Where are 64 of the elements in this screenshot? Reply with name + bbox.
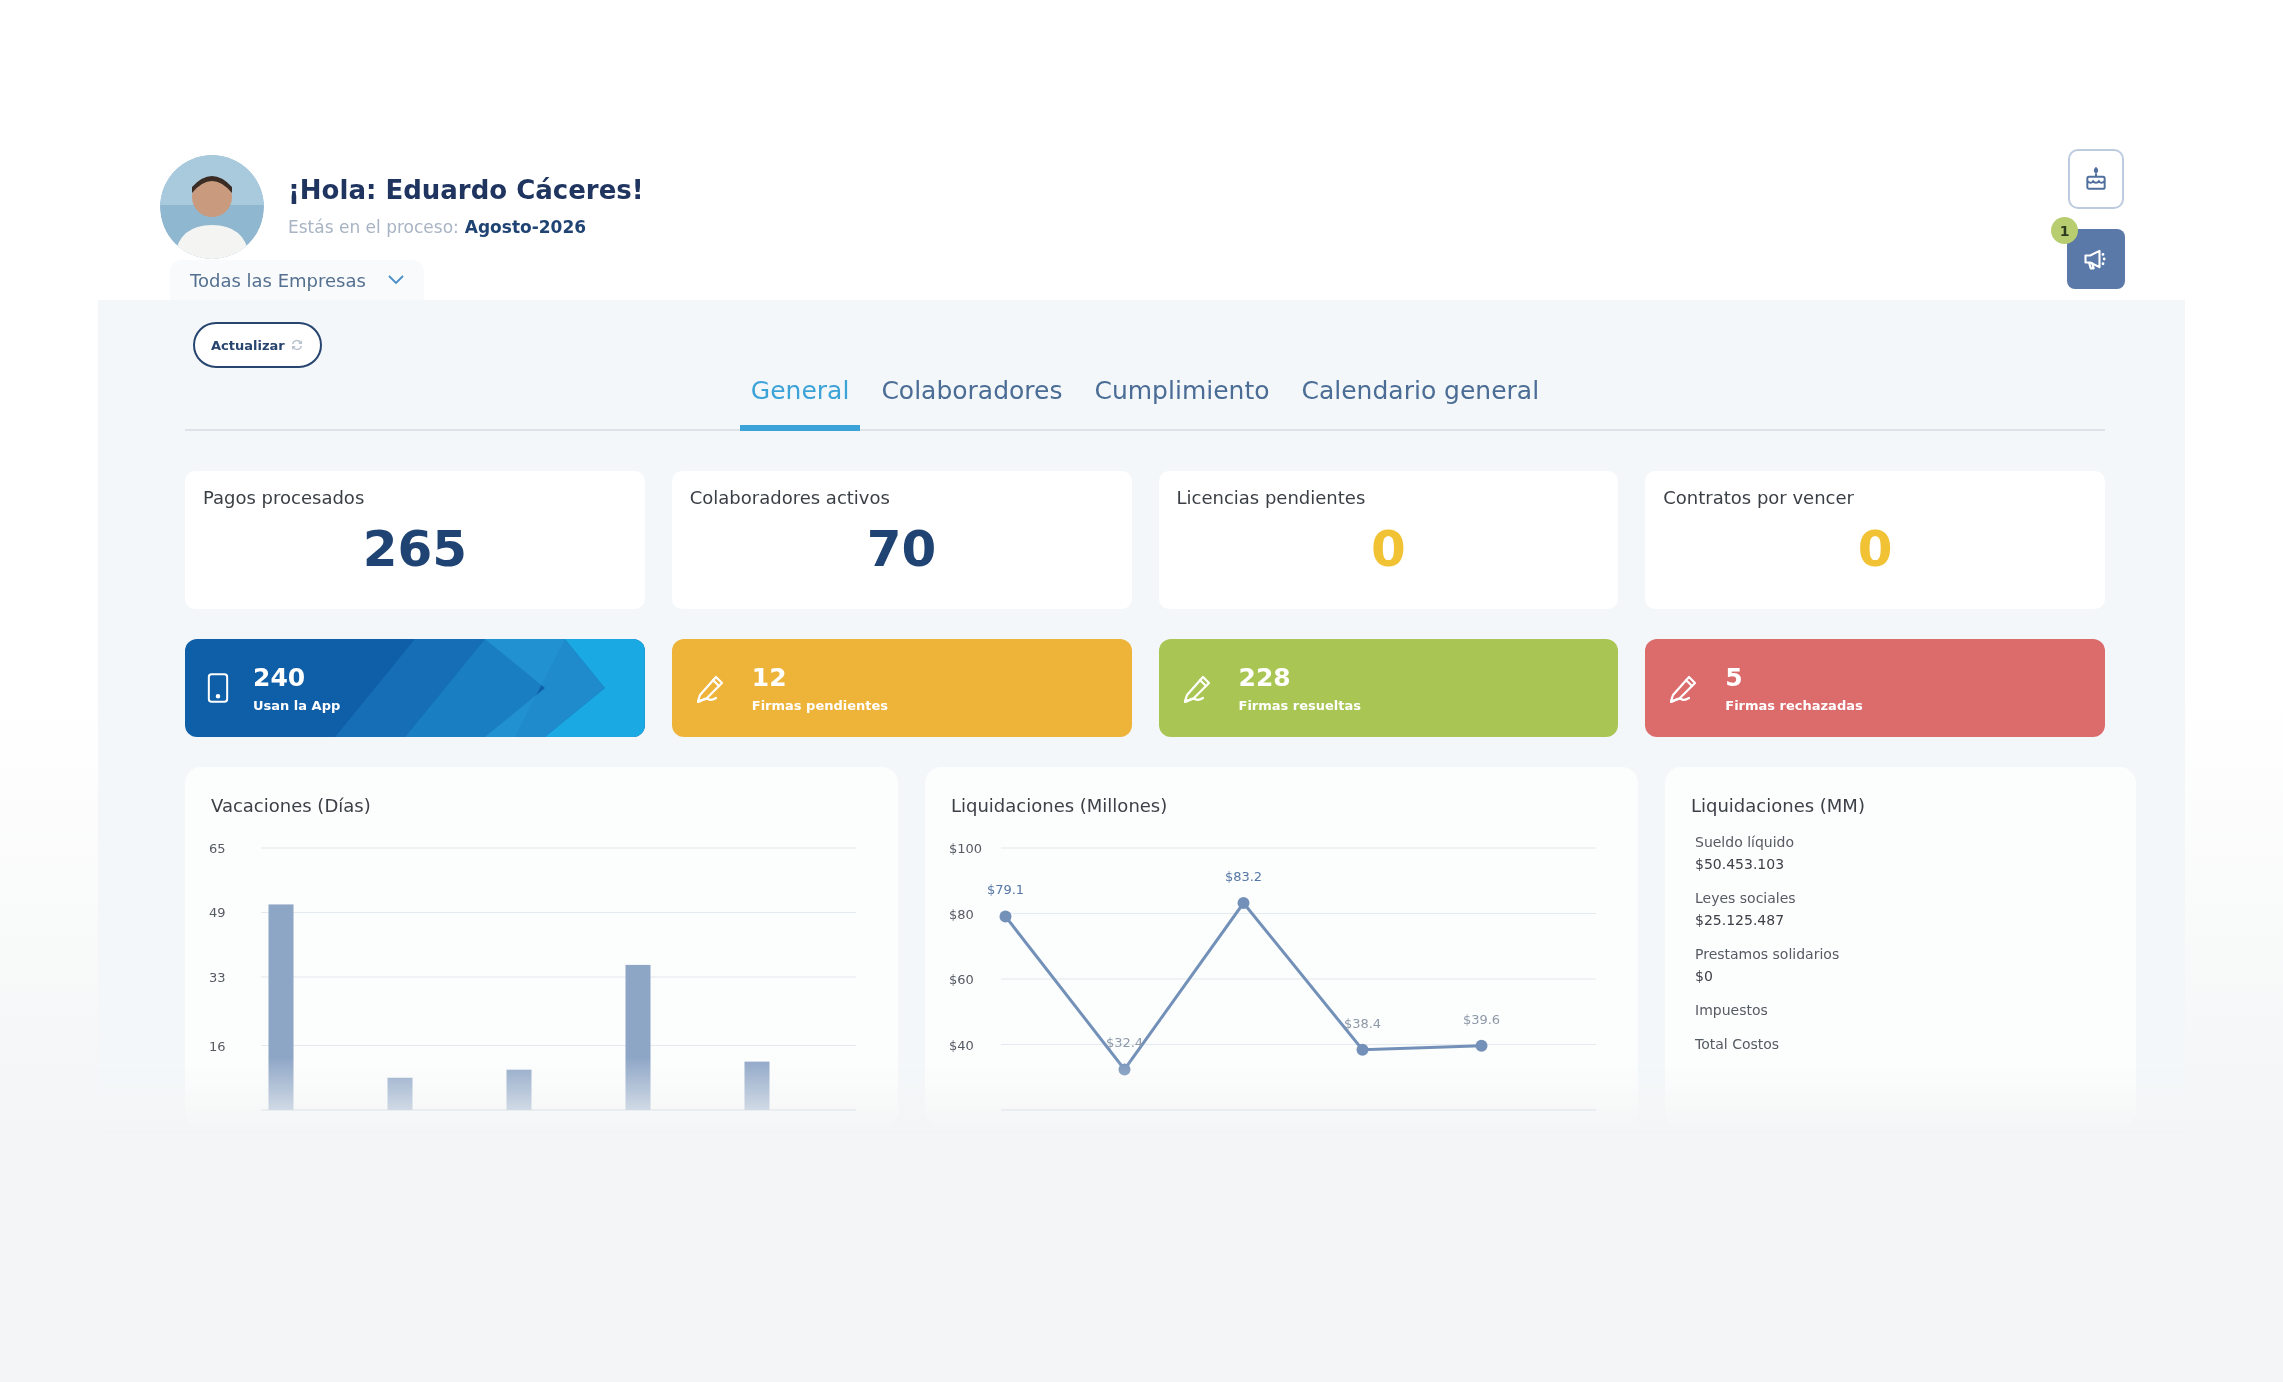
- stat-value: 0: [1369, 520, 1407, 578]
- axis-label: $60: [949, 972, 974, 987]
- amount-value: $0: [1695, 968, 1714, 984]
- phone-icon: [207, 672, 229, 704]
- axis-label: $100: [949, 841, 983, 856]
- axis-label: $80: [949, 906, 974, 922]
- data-label: $38.4: [1343, 1015, 1382, 1031]
- tab[interactable]: Cumplimiento: [1083, 362, 1281, 431]
- bar: [744, 1061, 770, 1110]
- stat-label: Licencias pendientes: [1176, 487, 1367, 508]
- stat-value: 0: [1856, 520, 1894, 578]
- bar: [506, 1069, 532, 1110]
- chart-title: Liquidaciones (Millones): [951, 795, 1169, 816]
- axis-label: $40: [949, 1037, 974, 1053]
- stat-value: 70: [865, 520, 938, 578]
- stat-label: Colaboradores activos: [689, 487, 891, 508]
- amount-value: $50.453.103: [1695, 856, 1786, 872]
- refresh-icon: [289, 338, 304, 352]
- axis-label: 65: [209, 841, 226, 856]
- data-point: [1237, 897, 1250, 909]
- announcement-button[interactable]: [2067, 229, 2125, 289]
- greeting-title: ¡Hola: Eduardo Cáceres!: [288, 175, 644, 205]
- process-label: Estás en el proceso:: [288, 217, 459, 237]
- data-label: $39.6: [1462, 1011, 1501, 1027]
- tab[interactable]: General: [739, 362, 861, 431]
- data-point: [1356, 1043, 1369, 1056]
- data-label: $83.2: [1224, 869, 1263, 884]
- axis-label: 49: [209, 905, 226, 921]
- amount-label: Prestamos solidarios: [1695, 946, 1841, 962]
- summary-value: 240: [253, 663, 307, 692]
- axis-label: 16: [209, 1038, 226, 1054]
- chart-title: Vacaciones (Días): [211, 795, 372, 816]
- summary-label: Usan la App: [253, 698, 341, 713]
- refresh-button[interactable]: Actualizar: [193, 322, 322, 368]
- amount-label: Sueldo líquido: [1695, 834, 1796, 850]
- summary-label: Firmas rechazadas: [1725, 698, 1863, 713]
- summary-value: 12: [751, 663, 788, 692]
- birthday-button[interactable]: [2068, 149, 2124, 209]
- summary-value: 228: [1238, 663, 1292, 692]
- data-point: [1475, 1039, 1488, 1052]
- summary-label: Firmas pendientes: [751, 698, 889, 713]
- company-selector[interactable]: Todas las Empresas: [170, 260, 424, 300]
- stat-value: 265: [361, 520, 469, 578]
- amount-value: $25.125.487: [1695, 912, 1786, 928]
- stat-label: Pagos procesados: [203, 487, 366, 508]
- chevron-down-icon: [387, 275, 404, 285]
- data-point: [999, 910, 1012, 923]
- amount-label: Total Costos: [1695, 1036, 1781, 1052]
- bar: [387, 1077, 413, 1110]
- chart-title: Liquidaciones (MM): [1691, 795, 1866, 816]
- notification-badge: 1: [2051, 217, 2078, 244]
- data-point: [1118, 1063, 1131, 1076]
- cake-icon: [2083, 166, 2109, 192]
- data-label: $79.1: [986, 882, 1025, 898]
- axis-label: 33: [209, 970, 226, 985]
- summary-label: Firmas resueltas: [1238, 698, 1362, 713]
- amount-label: Impuestos: [1695, 1002, 1769, 1018]
- process-value: Agosto-2026: [464, 217, 587, 237]
- stat-label: Contratos por vencer: [1663, 487, 1855, 508]
- summary-value: 5: [1725, 663, 1744, 692]
- tab[interactable]: Calendario general: [1290, 362, 1551, 431]
- amount-label: Leyes sociales: [1695, 890, 1797, 906]
- data-label: $32.4: [1105, 1035, 1144, 1051]
- tab[interactable]: Colaboradores: [870, 362, 1074, 431]
